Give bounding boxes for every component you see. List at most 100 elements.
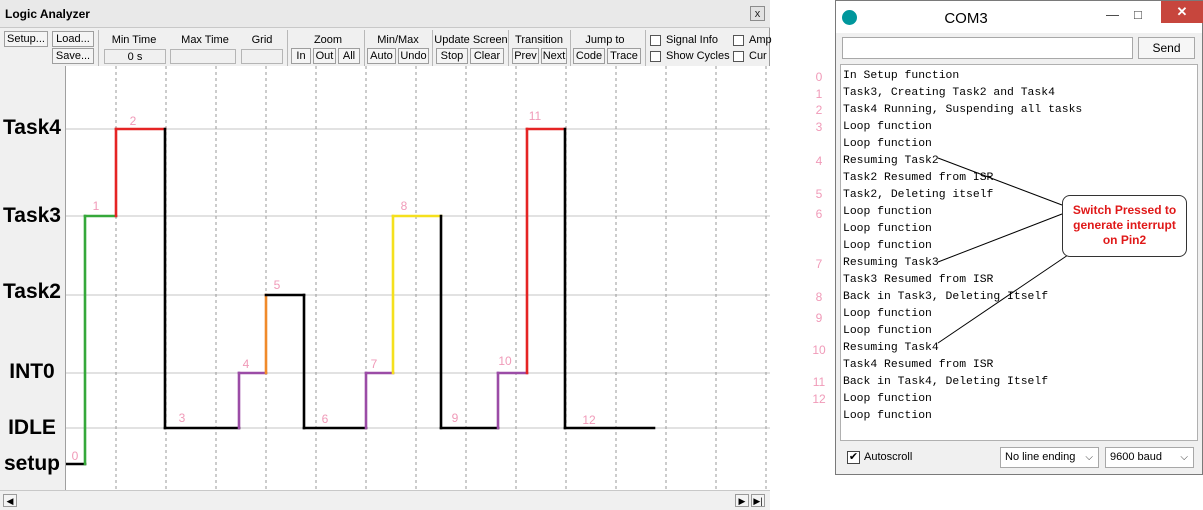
update-screen-label: Update Screen bbox=[434, 34, 508, 46]
line-number-label: 0 bbox=[815, 70, 823, 84]
min-time-field: 0 s bbox=[104, 49, 166, 64]
zoom-out-button[interactable]: Out bbox=[313, 48, 336, 64]
show-cycles-checkbox[interactable] bbox=[650, 51, 661, 62]
signal-info-checkbox[interactable] bbox=[650, 35, 661, 46]
zoom-label: Zoom bbox=[313, 34, 343, 46]
serial-line: Task3 Resumed from ISR bbox=[843, 274, 994, 286]
setup-button[interactable]: Setup... bbox=[4, 31, 48, 47]
trace-label: 8 bbox=[401, 199, 408, 213]
toolbar-separator bbox=[364, 30, 365, 66]
undo-button[interactable]: Undo bbox=[398, 48, 429, 64]
auto-button[interactable]: Auto bbox=[367, 48, 396, 64]
toolbar-separator bbox=[508, 30, 509, 66]
minimize-icon[interactable]: — bbox=[1106, 7, 1119, 22]
line-number-label: 2 bbox=[815, 103, 823, 117]
trace-label: 10 bbox=[498, 354, 512, 368]
scroll-left-arrow-icon[interactable]: ◀ bbox=[3, 494, 17, 507]
serial-input[interactable] bbox=[842, 37, 1133, 59]
amp-checkbox[interactable] bbox=[733, 35, 744, 46]
amp-label: Amp bbox=[749, 34, 772, 46]
callout-line-2: generate interrupt bbox=[1073, 218, 1176, 232]
maximize-icon[interactable]: □ bbox=[1134, 7, 1142, 22]
cur-label: Cur bbox=[749, 50, 767, 62]
signal-name-setup: setup bbox=[3, 452, 60, 475]
line-ending-select[interactable]: No line ending ⌵ bbox=[1000, 447, 1099, 468]
la-close-button[interactable]: x bbox=[750, 6, 765, 21]
next-button[interactable]: Next bbox=[541, 48, 567, 64]
trace-label: 3 bbox=[179, 411, 186, 425]
horizontal-scrollbar[interactable]: ◀ ▶ ▶| bbox=[0, 490, 770, 510]
signal-name-int0: INT0 bbox=[9, 360, 55, 383]
serial-line: Loop function bbox=[843, 138, 932, 150]
trace-button[interactable]: Trace bbox=[607, 48, 641, 64]
serial-line: Back in Task4, Deleting Itself bbox=[843, 376, 1049, 388]
serial-line: Task3, Creating Task2 and Task4 bbox=[843, 87, 1055, 99]
show-cycles-label: Show Cycles bbox=[666, 50, 730, 62]
send-button[interactable]: Send bbox=[1138, 37, 1195, 59]
signal-name-task3: Task3 bbox=[3, 204, 61, 227]
baud-value: 9600 baud bbox=[1110, 451, 1162, 463]
waveform-plot[interactable]: 0 1 2 3 4 5 6 7 8 9 10 11 12 bbox=[64, 66, 770, 490]
close-icon[interactable]: ✕ bbox=[1161, 1, 1203, 23]
serial-line: Loop function bbox=[843, 308, 932, 320]
signal-name-idle: IDLE bbox=[8, 416, 56, 439]
stop-button[interactable]: Stop bbox=[436, 48, 468, 64]
cur-checkbox[interactable] bbox=[733, 51, 744, 62]
serial-line: Resuming Task2 bbox=[843, 155, 939, 167]
com-title: COM3 bbox=[944, 10, 988, 27]
trace-label: 4 bbox=[243, 357, 250, 371]
serial-line: Loop function bbox=[843, 206, 932, 218]
callout-line-1: Switch Pressed to bbox=[1072, 203, 1177, 217]
zoom-all-button[interactable]: All bbox=[338, 48, 360, 64]
line-number-label: 12 bbox=[812, 392, 826, 406]
trace-label: 5 bbox=[274, 278, 281, 292]
serial-line: Back in Task3, Deleting Itself bbox=[843, 291, 1049, 303]
signal-name-panel: Task4 Task3 Task2 INT0 IDLE setup bbox=[0, 66, 66, 490]
signal-info-label: Signal Info bbox=[666, 34, 718, 46]
grid-field bbox=[241, 49, 283, 64]
toolbar-separator bbox=[98, 30, 99, 66]
com-title-bar: COM3 — □ ✕ bbox=[836, 1, 1203, 33]
trace-label: 12 bbox=[582, 413, 596, 427]
serial-line: Loop function bbox=[843, 393, 932, 405]
line-number-label: 11 bbox=[812, 375, 826, 389]
line-number-label: 9 bbox=[815, 311, 823, 325]
trace-label: 6 bbox=[322, 412, 329, 426]
toolbar-separator bbox=[570, 30, 571, 66]
serial-line: Loop function bbox=[843, 223, 932, 235]
prev-button[interactable]: Prev bbox=[512, 48, 539, 64]
trace-label: 7 bbox=[371, 357, 378, 371]
serial-line: Resuming Task3 bbox=[843, 257, 939, 269]
serial-bottom-bar: ✔ Autoscroll No line ending ⌵ 9600 baud … bbox=[836, 444, 1202, 474]
scroll-right-arrow-icon[interactable]: ▶ bbox=[735, 494, 749, 507]
signal-name-task2: Task2 bbox=[3, 280, 61, 303]
serial-line: Task4 Resumed from ISR bbox=[843, 359, 994, 371]
signal-name-task4: Task4 bbox=[3, 116, 61, 139]
serial-line: Task2 Resumed from ISR bbox=[843, 172, 994, 184]
clear-button[interactable]: Clear bbox=[470, 48, 504, 64]
zoom-in-button[interactable]: In bbox=[291, 48, 311, 64]
chevron-down-icon: ⌵ bbox=[1180, 452, 1188, 463]
chevron-down-icon: ⌵ bbox=[1085, 452, 1093, 463]
grid-label: Grid bbox=[251, 34, 273, 46]
transition-label: Transition bbox=[515, 34, 563, 46]
code-button[interactable]: Code bbox=[573, 48, 605, 64]
line-number-label: 3 bbox=[815, 120, 823, 134]
trace-label: 11 bbox=[529, 109, 542, 123]
scroll-end-icon[interactable]: ▶| bbox=[751, 494, 765, 507]
line-number-label: 5 bbox=[815, 187, 823, 201]
line-ending-value: No line ending bbox=[1005, 451, 1076, 463]
minmax-label: Min/Max bbox=[377, 34, 419, 46]
baud-select[interactable]: 9600 baud ⌵ bbox=[1105, 447, 1194, 468]
trace-label: 0 bbox=[72, 449, 79, 463]
line-number-label: 7 bbox=[815, 257, 823, 271]
autoscroll-label: Autoscroll bbox=[864, 451, 913, 463]
autoscroll-checkbox[interactable]: ✔ bbox=[847, 451, 860, 464]
save-button[interactable]: Save... bbox=[52, 48, 94, 64]
load-button[interactable]: Load... bbox=[52, 31, 94, 47]
trace-label: 9 bbox=[452, 411, 459, 425]
line-number-label: 6 bbox=[815, 207, 823, 221]
serial-line: Loop function bbox=[843, 240, 932, 252]
callout-box: Switch Pressed to generate interrupt on … bbox=[1062, 195, 1187, 257]
logic-analyzer-window: Logic Analyzer x Setup... Load... Save..… bbox=[0, 0, 772, 510]
